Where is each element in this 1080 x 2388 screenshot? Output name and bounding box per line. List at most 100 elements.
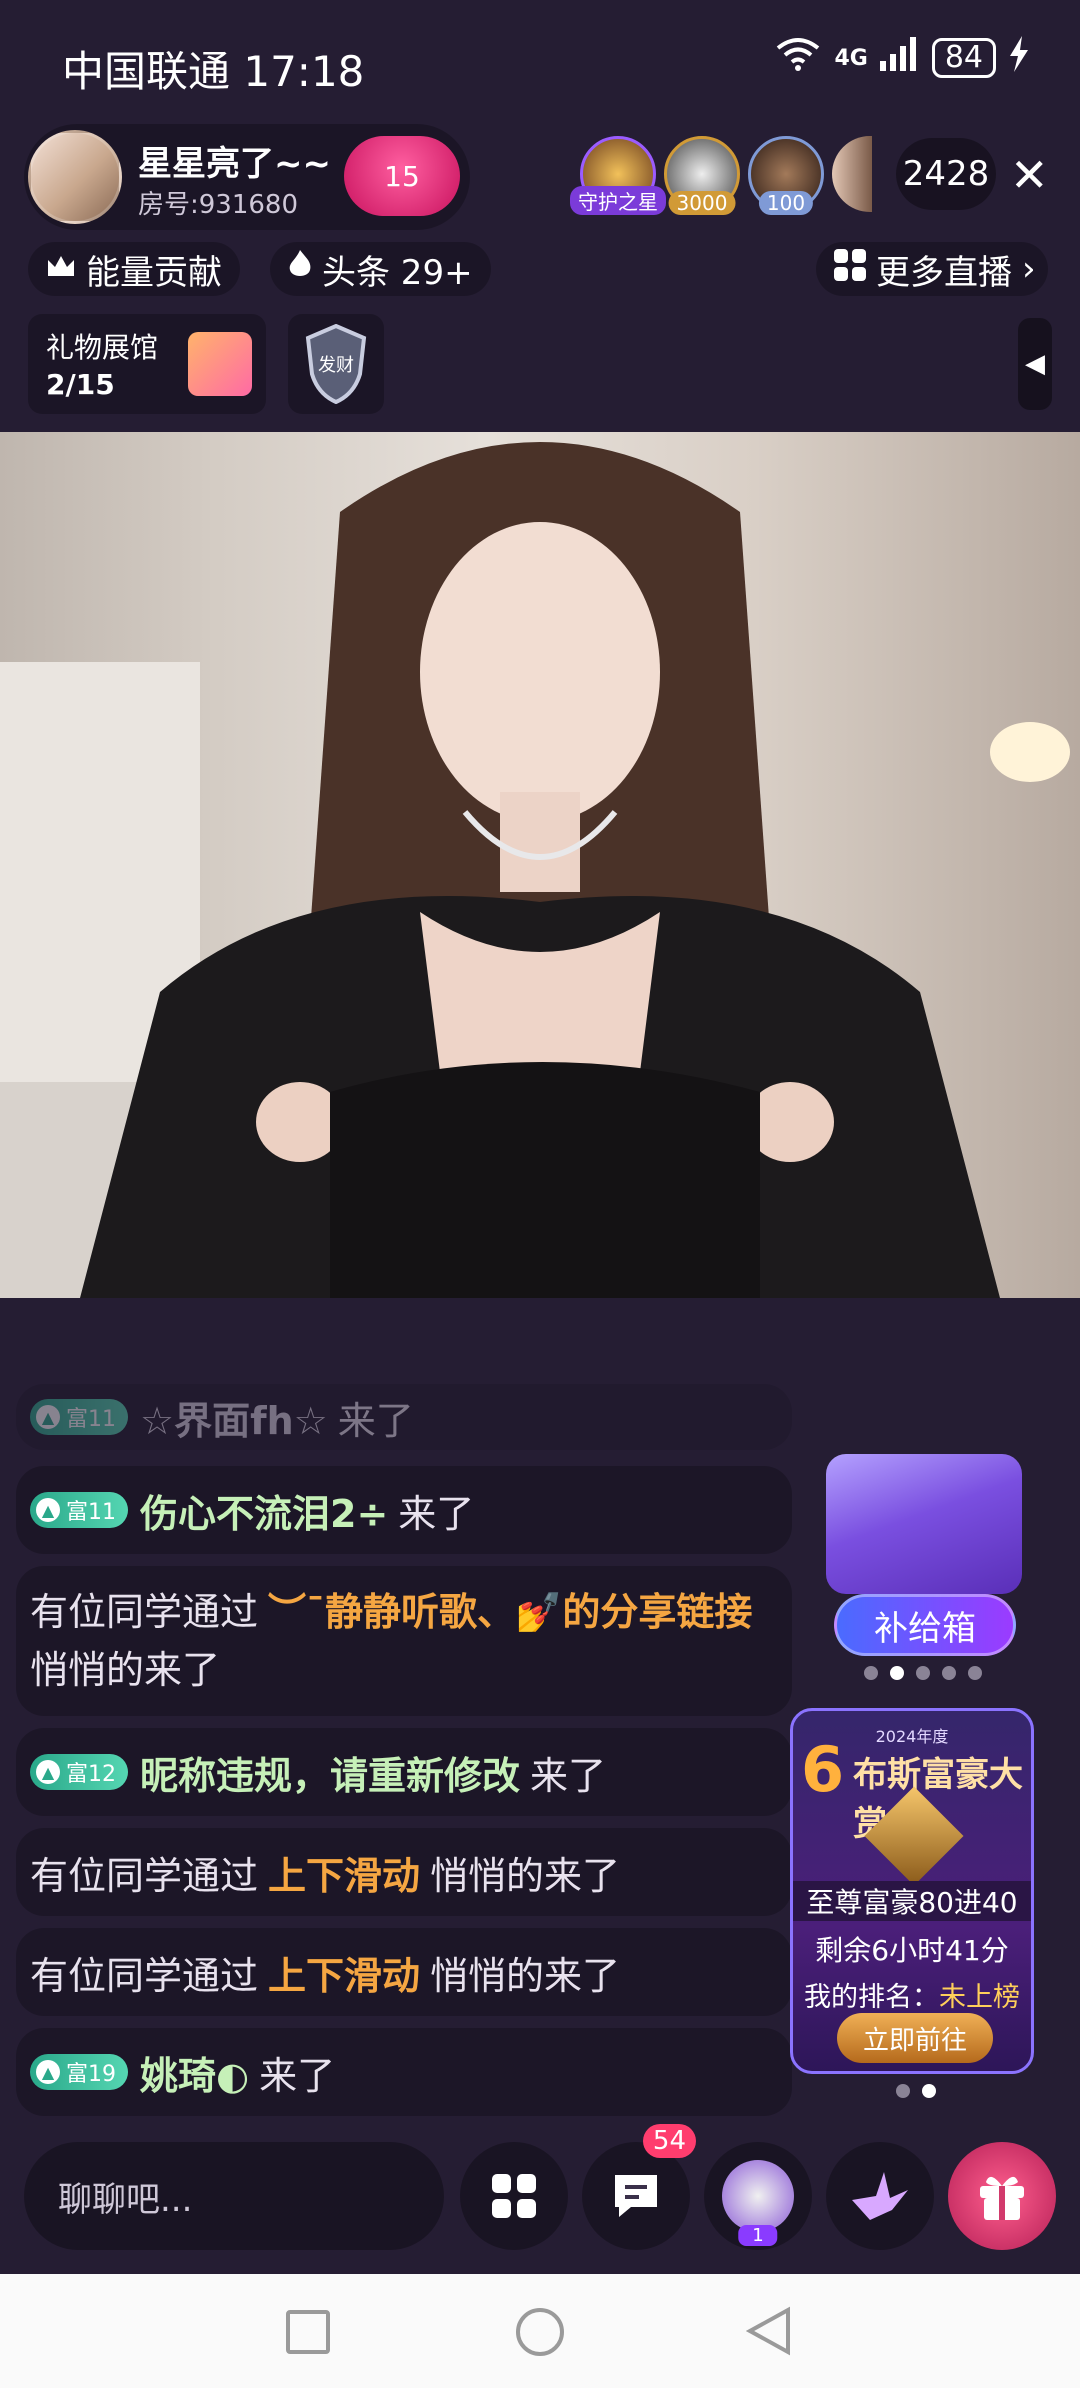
supply-pager-dots: [864, 1666, 982, 1680]
share-link-text[interactable]: ︶ˉ静静听歌、💅的分享链接: [268, 1583, 752, 1641]
chat-message-4[interactable]: 有位同学通过 上下滑动 悄悄的来了: [16, 1828, 792, 1916]
fan-heart-badge[interactable]: 15: [344, 136, 460, 216]
triangle-icon: ▲: [36, 1760, 60, 1784]
guard-tag: 3000: [668, 191, 736, 215]
gift-button[interactable]: [948, 2142, 1056, 2250]
more-apps-button[interactable]: [460, 2142, 568, 2250]
wifi-icon: [774, 36, 822, 80]
network-type: 4G: [834, 45, 868, 71]
chat-input[interactable]: 聊聊吧...: [24, 2142, 444, 2250]
shield-badge[interactable]: 发财: [288, 314, 384, 414]
gift-gallery-card[interactable]: 礼物展馆 2/15: [28, 314, 266, 414]
seat-badge: 1: [738, 2225, 778, 2246]
host-name: 星星亮了~~: [138, 144, 331, 184]
paper-crane-icon: [852, 2172, 908, 2220]
more-live-button[interactable]: 更多直播 ›: [816, 242, 1048, 296]
message-count-badge: 54: [642, 2124, 696, 2158]
ranking-line-1: 至尊富豪80进40: [793, 1881, 1031, 1921]
chat-message-3[interactable]: ▲ 富12 昵称违规，请重新修改 来了: [16, 1728, 792, 1816]
rich-ranking-banner[interactable]: 2024年度 6 布斯富豪大赏 至尊富豪80进40 剩余6小时41分 我的排名：…: [790, 1708, 1034, 2074]
go-now-button[interactable]: 立即前往: [837, 2013, 993, 2063]
pager-dot: [864, 1666, 878, 1680]
live-video-stream[interactable]: [0, 432, 1080, 1298]
headline-label: 头条 29+: [322, 252, 473, 293]
chevron-right-icon: ›: [1022, 249, 1036, 289]
host-avatar[interactable]: [28, 130, 122, 224]
more-live-label: 更多直播: [876, 252, 1012, 293]
message-suffix: 来了: [398, 1491, 475, 1536]
battery-indicator: 84: [931, 38, 996, 78]
collapse-arrow-icon[interactable]: ◀: [1018, 318, 1052, 410]
chat-message-6[interactable]: ▲ 富19 姚琦◐ 来了: [16, 2028, 792, 2116]
grid-icon: [492, 2174, 536, 2218]
treasure-chest-icon[interactable]: [826, 1454, 1022, 1594]
pager-dot: [896, 2084, 910, 2098]
streamer-video-frame: [0, 442, 1070, 1298]
message-suffix: 悄悄的来了: [30, 1648, 221, 1692]
message-suffix: 来了: [530, 1753, 607, 1798]
chat-message-1[interactable]: ▲ 富11 伤心不流泪2÷ 来了: [16, 1466, 792, 1554]
source-text: 上下滑动: [268, 1953, 421, 1998]
home-icon[interactable]: [516, 2308, 564, 2356]
message-prefix: 有位同学通过: [30, 1590, 259, 1634]
guard-avatar-1[interactable]: 守护之星: [570, 136, 666, 215]
user-name[interactable]: 昵称违规，请重新修改: [140, 1745, 520, 1800]
energy-contribution-button[interactable]: 能量贡献: [28, 242, 240, 296]
signal-icon: [879, 37, 920, 79]
chat-bubble-icon: [615, 2175, 657, 2217]
wealth-level-text: 富19: [66, 2062, 116, 2087]
user-name[interactable]: 伤心不流泪2÷: [140, 1483, 388, 1538]
recent-apps-icon[interactable]: [286, 2310, 330, 2354]
chat-message-2[interactable]: 有位同学通过 ︶ˉ静静听歌、💅的分享链接 悄悄的来了: [16, 1566, 792, 1716]
throne-avatar-icon: [722, 2160, 794, 2232]
status-carrier-time: 中国联通 17:18: [62, 47, 365, 96]
back-icon[interactable]: [746, 2306, 792, 2356]
system-navigation-bar: [0, 2274, 1080, 2388]
headline-button[interactable]: 头条 29+: [270, 242, 491, 296]
supply-box-button[interactable]: 补给箱: [834, 1594, 1016, 1656]
pager-dot: [942, 1666, 956, 1680]
heart-level: 15: [384, 159, 420, 193]
seat-button[interactable]: 1: [704, 2142, 812, 2250]
charging-icon: [1008, 36, 1030, 80]
triangle-icon: ▲: [36, 2060, 60, 2084]
gift-icon: [980, 2176, 1024, 2220]
message-prefix: 有位同学通过: [30, 1853, 259, 1898]
viewer-count[interactable]: 2428: [896, 138, 996, 210]
guard-tag: 100: [758, 191, 814, 215]
chat-message-0[interactable]: ▲ 富11 ☆界面fh☆ 来了: [16, 1384, 792, 1450]
pager-dot: [968, 1666, 982, 1680]
user-name[interactable]: 姚琦◐: [140, 2045, 249, 2100]
wealth-level-text: 富12: [66, 1762, 116, 1787]
gift-box-icon: [188, 332, 252, 396]
flame-icon: [288, 249, 312, 289]
chat-message-5[interactable]: 有位同学通过 上下滑动 悄悄的来了: [16, 1928, 792, 2016]
message-suffix: 悄悄的来了: [430, 1953, 621, 1998]
grid-icon: [834, 248, 866, 290]
my-rank-value: 未上榜: [939, 1982, 1020, 2013]
ranking-six: 6: [801, 1733, 845, 1806]
host-info-card[interactable]: 星星亮了~~ 房号:931680 15: [24, 124, 470, 230]
pager-dot: [916, 1666, 930, 1680]
message-suffix: 来了: [259, 2053, 336, 2098]
crown-icon: [46, 249, 76, 289]
status-icons: 4G 84: [774, 36, 1030, 80]
messages-button[interactable]: 54: [582, 2124, 696, 2250]
banner-pager-dots: [896, 2084, 936, 2098]
guard-avatar-3[interactable]: 100: [748, 136, 824, 215]
shield-label: 发财: [318, 355, 354, 376]
origami-button[interactable]: [826, 2142, 934, 2250]
close-icon[interactable]: ✕: [1010, 148, 1049, 202]
guard-avatar-4[interactable]: [832, 136, 872, 212]
guard-avatar-2[interactable]: 3000: [664, 136, 740, 215]
guard-tag: 守护之星: [570, 186, 666, 215]
pager-dot-active: [890, 1666, 904, 1680]
user-name[interactable]: ☆界面fh☆: [140, 1390, 328, 1445]
message-suffix: 来了: [337, 1398, 414, 1443]
triangle-icon: ▲: [36, 1405, 60, 1429]
ranking-line-2: 剩余6小时41分: [815, 1934, 1009, 1967]
triangle-icon: ▲: [36, 1498, 60, 1522]
wealth-level-text: 富11: [66, 1407, 116, 1432]
message-prefix: 有位同学通过: [30, 1953, 259, 1998]
guard-avatar-list: 守护之星 3000 100: [570, 136, 872, 215]
